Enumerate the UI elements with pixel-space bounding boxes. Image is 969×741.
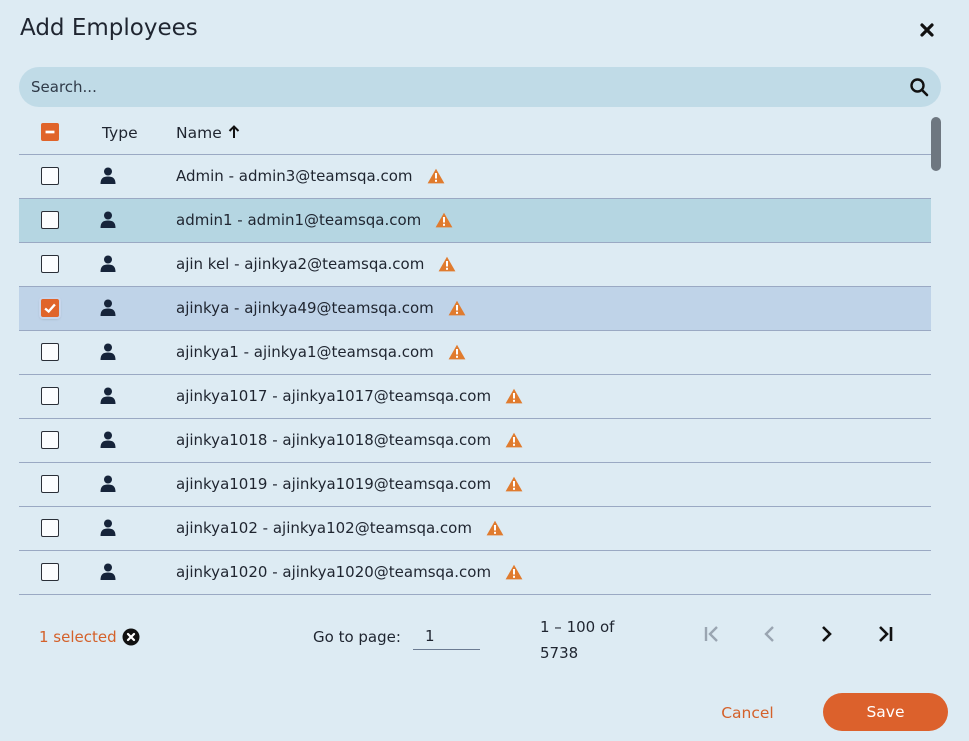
selected-count-text: 1 selected (39, 628, 117, 646)
row-checkbox[interactable] (41, 299, 59, 317)
warning-icon (505, 388, 523, 404)
person-icon (100, 387, 116, 404)
table-header: Type Name (19, 112, 931, 155)
person-icon (100, 167, 116, 184)
search-bar (19, 67, 941, 107)
employee-name-text: ajinkya1020 - ajinkya1020@teamsqa.com (176, 563, 492, 581)
table-row[interactable]: ajinkya1 - ajinkya1@teamsqa.com (19, 331, 931, 375)
employee-name-text: ajinkya - ajinkya49@teamsqa.com (176, 299, 434, 317)
person-icon (100, 299, 116, 316)
row-checkbox[interactable] (41, 475, 59, 493)
person-icon (100, 343, 116, 360)
go-to-page-label: Go to page: (313, 628, 401, 646)
row-checkbox[interactable] (41, 343, 59, 361)
row-checkbox[interactable] (41, 211, 59, 229)
selected-count: 1 selected (39, 628, 140, 646)
close-icon (920, 23, 934, 37)
first-page-icon[interactable] (700, 622, 724, 646)
employee-name: Admin - admin3@teamsqa.com (176, 167, 445, 185)
dialog-title: Add Employees (20, 15, 198, 41)
employee-name: ajinkya1020 - ajinkya1020@teamsqa.com (176, 563, 523, 581)
warning-icon (427, 168, 444, 184)
employee-name: admin1 - admin1@teamsqa.com (176, 211, 453, 229)
employee-name-text: ajinkya1017 - ajinkya1017@teamsqa.com (176, 387, 492, 405)
warning-icon (438, 256, 456, 272)
table-row[interactable]: ajinkya - ajinkya49@teamsqa.com (19, 287, 931, 331)
warning-icon (448, 300, 466, 316)
row-checkbox[interactable] (41, 387, 59, 405)
row-checkbox[interactable] (41, 519, 59, 537)
previous-page-icon[interactable] (758, 622, 782, 646)
table-row[interactable]: admin1 - admin1@teamsqa.com (19, 199, 931, 243)
table-row[interactable]: ajinkya1019 - ajinkya1019@teamsqa.com (19, 463, 931, 507)
employee-name-text: admin1 - admin1@teamsqa.com (176, 211, 422, 229)
employee-table: Type Name Admin - admin3@teamsqa.com admi… (19, 112, 931, 606)
person-icon (100, 211, 116, 228)
employee-name-text: ajinkya1 - ajinkya1@teamsqa.com (176, 343, 434, 361)
check-icon (44, 303, 56, 314)
table-row[interactable]: ajin kel - ajinkya2@teamsqa.com (19, 243, 931, 287)
warning-icon (505, 564, 523, 580)
row-checkbox[interactable] (41, 563, 59, 581)
last-page-icon[interactable] (873, 622, 897, 646)
warning-icon (448, 344, 466, 360)
select-all-checkbox[interactable] (41, 123, 59, 141)
employee-name: ajinkya102 - ajinkya102@teamsqa.com (176, 519, 504, 537)
warning-icon (435, 212, 453, 228)
row-checkbox[interactable] (41, 167, 59, 185)
go-to-page-input[interactable] (413, 622, 480, 650)
employee-name-text: ajinkya1019 - ajinkya1019@teamsqa.com (176, 475, 492, 493)
next-page-icon[interactable] (814, 622, 838, 646)
person-icon (100, 431, 116, 448)
employee-name: ajinkya - ajinkya49@teamsqa.com (176, 299, 466, 317)
row-checkbox[interactable] (41, 255, 59, 273)
save-button[interactable]: Save (823, 693, 948, 731)
scrollbar-thumb[interactable] (931, 117, 941, 171)
column-header-type[interactable]: Type (102, 124, 138, 142)
employee-name-text: ajinkya102 - ajinkya102@teamsqa.com (176, 519, 472, 537)
table-row-partial[interactable] (19, 595, 931, 606)
page-range: 1 – 100 of 5738 (540, 618, 615, 662)
warning-icon (486, 520, 504, 536)
search-input[interactable] (31, 67, 891, 107)
cancel-button[interactable]: Cancel (705, 700, 790, 726)
person-icon (100, 563, 116, 580)
person-icon (100, 475, 116, 492)
employee-name: ajinkya1018 - ajinkya1018@teamsqa.com (176, 431, 523, 449)
column-header-name-label: Name (176, 124, 222, 142)
table-row[interactable]: ajinkya1018 - ajinkya1018@teamsqa.com (19, 419, 931, 463)
employee-name: ajin kel - ajinkya2@teamsqa.com (176, 255, 456, 273)
indeterminate-icon (45, 130, 55, 134)
table-row[interactable]: Admin - admin3@teamsqa.com (19, 155, 931, 199)
warning-icon (505, 432, 523, 448)
table-row[interactable]: ajinkya1017 - ajinkya1017@teamsqa.com (19, 375, 931, 419)
clear-selection-icon[interactable] (122, 628, 140, 646)
warning-icon (505, 476, 523, 492)
person-icon (100, 519, 116, 536)
employee-name: ajinkya1 - ajinkya1@teamsqa.com (176, 343, 466, 361)
employee-name-text: ajin kel - ajinkya2@teamsqa.com (176, 255, 425, 273)
sort-ascending-icon (228, 124, 239, 138)
column-header-name[interactable]: Name (176, 124, 240, 142)
table-row[interactable]: ajinkya1020 - ajinkya1020@teamsqa.com (19, 551, 931, 595)
search-icon[interactable] (909, 77, 929, 97)
table-row[interactable]: ajinkya102 - ajinkya102@teamsqa.com (19, 507, 931, 551)
employee-name: ajinkya1019 - ajinkya1019@teamsqa.com (176, 475, 523, 493)
row-checkbox[interactable] (41, 431, 59, 449)
close-button[interactable] (915, 18, 939, 42)
employee-name: ajinkya1017 - ajinkya1017@teamsqa.com (176, 387, 523, 405)
employee-name-text: Admin - admin3@teamsqa.com (176, 167, 413, 185)
person-icon (100, 255, 116, 272)
employee-name-text: ajinkya1018 - ajinkya1018@teamsqa.com (176, 431, 492, 449)
